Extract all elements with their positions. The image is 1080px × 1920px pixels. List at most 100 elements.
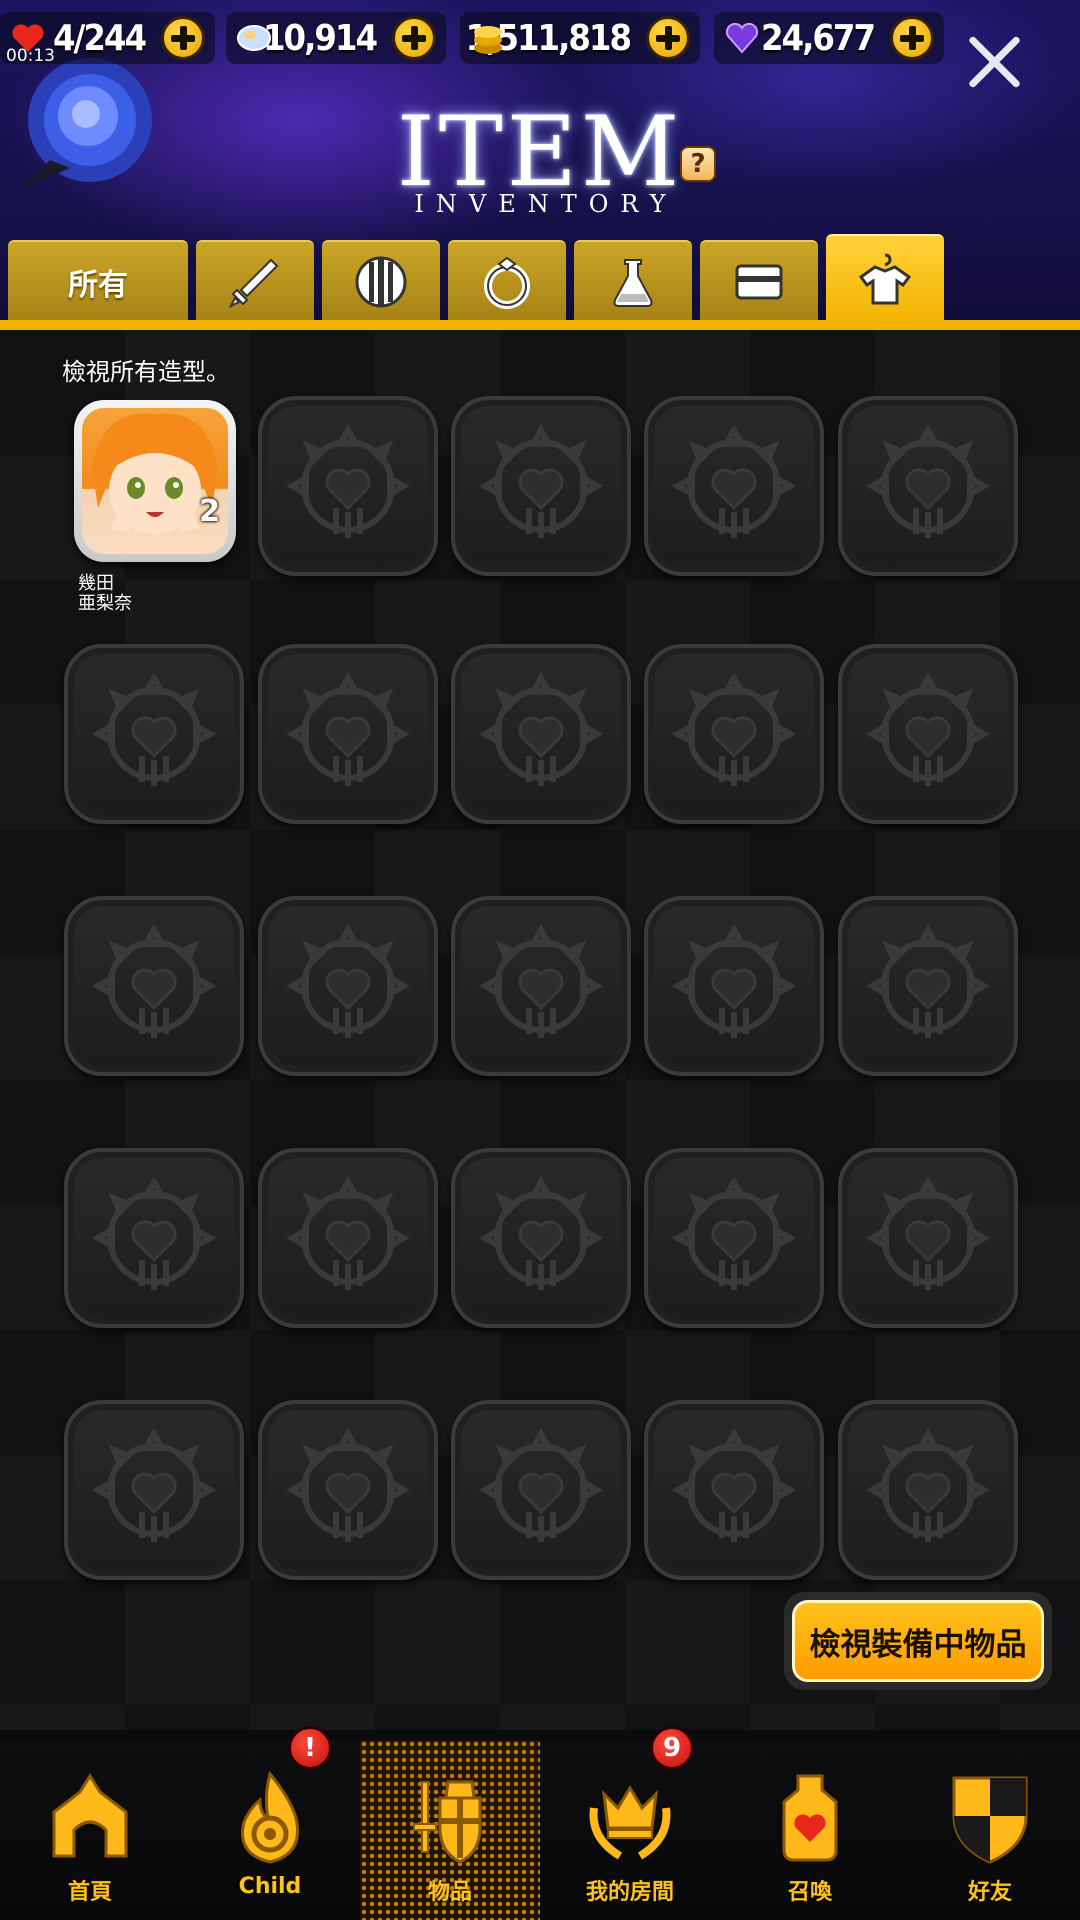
locked-item-slot [451, 644, 631, 824]
locked-heart-icon [478, 1175, 604, 1290]
nav-summon[interactable]: 召喚 [720, 1740, 900, 1920]
locked-item-slot [64, 896, 244, 1076]
locked-item-slot [64, 1400, 244, 1580]
stamina-value: 4/244 [53, 17, 147, 59]
locked-item-slot [258, 1148, 438, 1328]
add-stamina-button[interactable] [161, 16, 205, 60]
help-button[interactable]: ? [680, 146, 716, 182]
item-name: 幾田 亜梨奈 [78, 573, 132, 614]
locked-heart-icon [671, 671, 797, 786]
add-gems-button[interactable] [392, 16, 436, 60]
view-equipped-label: 檢視裝備中物品 [792, 1600, 1044, 1682]
alert-badge: ! [288, 1726, 332, 1770]
locked-heart-icon [671, 1427, 797, 1542]
locked-item-slot [838, 1400, 1018, 1580]
tab-strip [0, 320, 1080, 330]
resource-bar: 4/244 00:13 10,914 1,511,818 24,677 [0, 8, 1080, 68]
add-crystals-button[interactable] [890, 16, 934, 60]
nav-summon-label: 召喚 [787, 1880, 832, 1905]
card-icon [735, 264, 783, 300]
locked-item-slot [258, 396, 438, 576]
nav-friends-label: 好友 [967, 1880, 1012, 1905]
nav-home-label: 首頁 [67, 1880, 112, 1905]
locked-item-slot [644, 1400, 824, 1580]
gold-counter: 1,511,818 [460, 12, 700, 64]
flame-icon [241, 1770, 299, 1864]
locked-heart-icon [865, 671, 991, 786]
summon-jar-icon [782, 1774, 838, 1862]
crystal-value: 24,677 [761, 17, 876, 59]
category-tabs: 所有 [0, 234, 1080, 330]
locked-heart-icon [865, 423, 991, 538]
tab-consumables[interactable] [574, 240, 692, 322]
locked-heart-icon [285, 671, 411, 786]
locked-item-slot [644, 896, 824, 1076]
hint-text: 檢視所有造型。 [62, 358, 230, 386]
locked-item-slot [258, 644, 438, 824]
locked-heart-icon [285, 1427, 411, 1542]
locked-item-slot [451, 396, 631, 576]
view-equipped-button[interactable]: 檢視裝備中物品 [784, 1592, 1052, 1690]
costume-icon [858, 253, 912, 305]
nav-child[interactable]: ! Child [180, 1726, 360, 1920]
locked-item-slot [451, 896, 631, 1076]
locked-heart-icon [285, 423, 411, 538]
locked-item-slot [838, 896, 1018, 1076]
nav-child-label: Child [238, 1874, 302, 1899]
locked-heart-icon [91, 1175, 217, 1290]
locked-item-slot [258, 896, 438, 1076]
clock: 00:13 [6, 46, 55, 66]
locked-item-slot [451, 1148, 631, 1328]
locked-heart-icon [478, 923, 604, 1038]
close-button[interactable] [964, 32, 1024, 92]
item-count: 2 [199, 494, 220, 529]
locked-item-slot [64, 644, 244, 824]
nav-my-room[interactable]: 9 我的房間 [540, 1726, 720, 1920]
sword-icon [228, 258, 279, 309]
gem-counter: 10,914 [226, 12, 446, 64]
tab-all-label: 所有 [68, 268, 128, 303]
nav-friends[interactable]: 好友 [900, 1740, 1080, 1920]
tab-weapons[interactable] [196, 240, 314, 322]
locked-heart-icon [91, 1427, 217, 1542]
page-subtitle: INVENTORY [414, 190, 678, 218]
purple-heart-gem-icon [725, 22, 759, 54]
nav-items-label: 物品 [427, 1880, 472, 1905]
tab-accessories[interactable] [448, 240, 566, 322]
tab-all[interactable]: 所有 [8, 240, 188, 322]
items-icon [413, 1780, 482, 1864]
locked-heart-icon [865, 1427, 991, 1542]
nav-my-room-label: 我的房間 [585, 1880, 674, 1905]
crown-icon [589, 1785, 671, 1860]
locked-item-slot [644, 1148, 824, 1328]
gem-value: 10,914 [263, 17, 378, 59]
gold-coins-icon [474, 26, 502, 54]
locked-heart-icon [478, 671, 604, 786]
character-face-icon [92, 413, 218, 534]
locked-item-slot [838, 644, 1018, 824]
locked-item-slot [838, 1148, 1018, 1328]
character-portrait: 2 [82, 408, 228, 554]
locked-heart-icon [478, 1427, 604, 1542]
friends-shield-icon [952, 1776, 1028, 1864]
locked-heart-icon [671, 1175, 797, 1290]
locked-heart-icon [865, 923, 991, 1038]
nav-items[interactable]: 物品 [360, 1740, 540, 1920]
tab-costumes[interactable] [826, 234, 944, 322]
locked-heart-icon [671, 423, 797, 538]
locked-item-slot [258, 1400, 438, 1580]
locked-heart-icon [91, 923, 217, 1038]
item-grid: 2 [64, 396, 1024, 1580]
nav-home[interactable]: 首頁 [0, 1740, 180, 1920]
locked-item-slot [838, 396, 1018, 576]
locked-heart-icon [91, 671, 217, 786]
tab-armor[interactable] [322, 240, 440, 322]
ring-icon [484, 256, 530, 309]
tab-cards[interactable] [700, 240, 818, 322]
locked-heart-icon [865, 1175, 991, 1290]
locked-item-slot [64, 1148, 244, 1328]
add-gold-button[interactable] [646, 16, 690, 60]
locked-item-slot [451, 1400, 631, 1580]
costume-item[interactable]: 2 [74, 400, 236, 562]
locked-heart-icon [285, 923, 411, 1038]
